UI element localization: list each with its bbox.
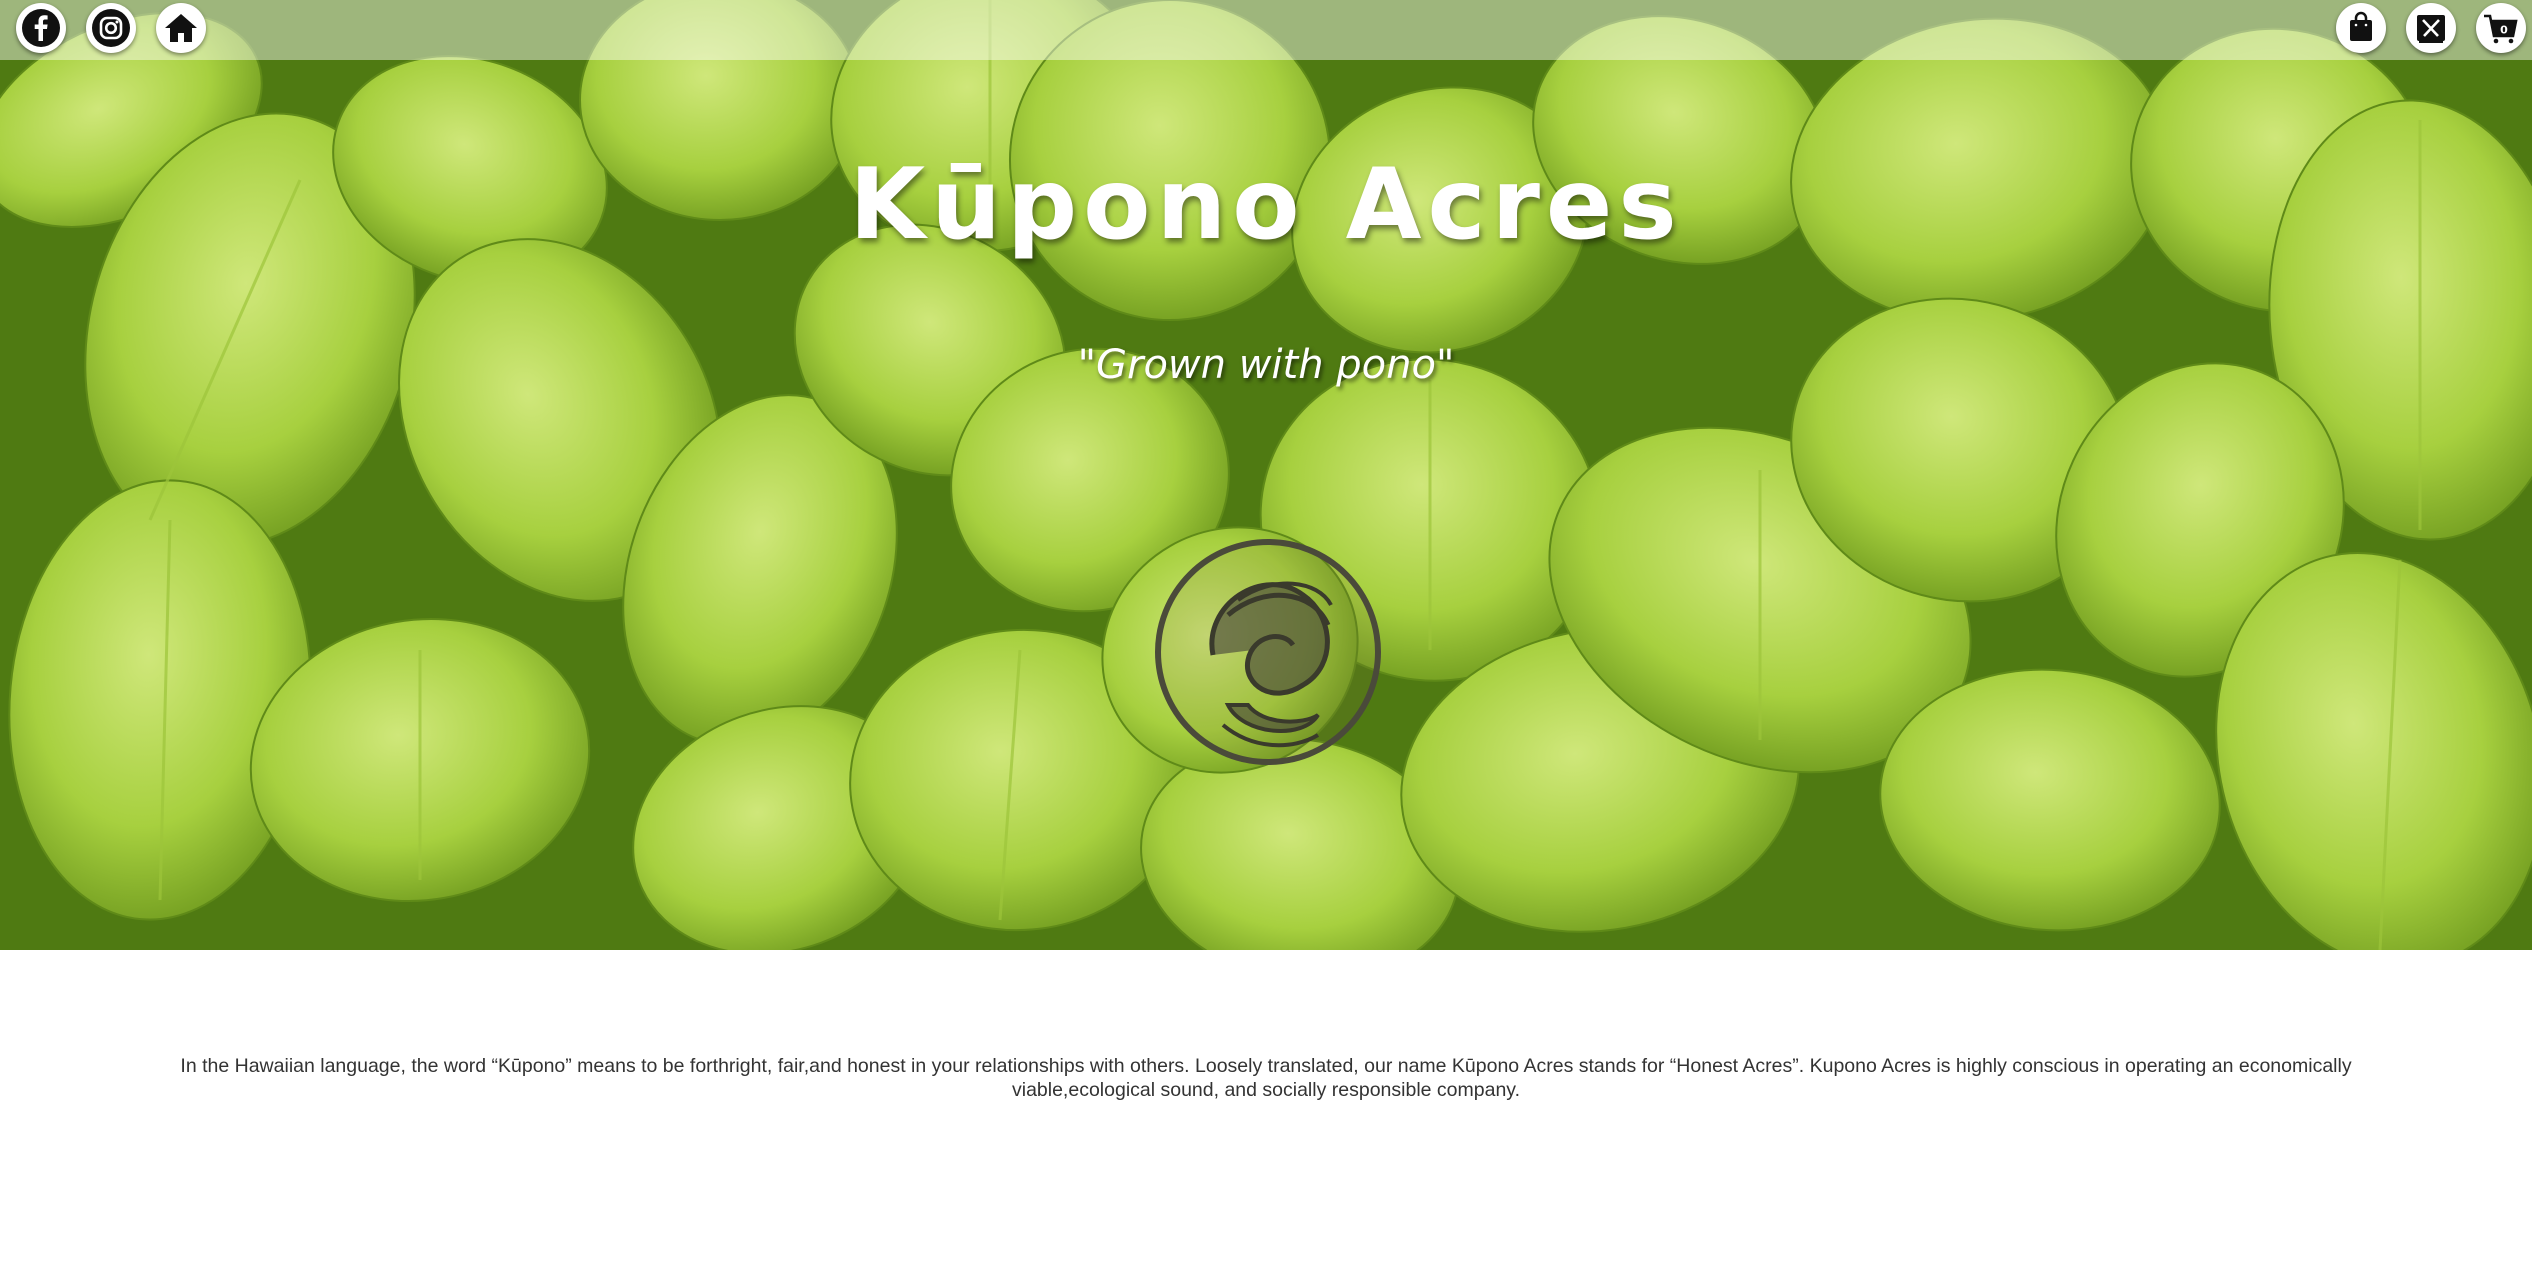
facebook-icon: [22, 9, 60, 47]
shop-button[interactable]: [2336, 3, 2386, 53]
about-text: In the Hawaiian language, the word “Kūpo…: [180, 1055, 2352, 1101]
shopping-bag-icon: [2350, 11, 2372, 41]
instagram-icon: [92, 9, 130, 47]
hero-banner: Kūpono Acres "Grown with pono": [0, 0, 2532, 950]
basil-leaves-background: [0, 0, 2532, 950]
cart-button[interactable]: 0: [2476, 3, 2526, 53]
site-title: Kūpono Acres: [849, 148, 1683, 262]
instagram-link[interactable]: [86, 3, 136, 53]
kupono-acres-logo[interactable]: [1153, 535, 1383, 770]
home-icon: [165, 14, 197, 42]
facebook-link[interactable]: [16, 3, 66, 53]
cart-icon: 0: [2484, 14, 2518, 44]
site-tagline: "Grown with pono": [1077, 342, 1455, 388]
top-navigation-bar: 0: [0, 0, 2532, 60]
menu-utensils-icon: [2417, 15, 2445, 43]
home-link[interactable]: [156, 3, 206, 53]
cart-count: 0: [2500, 24, 2508, 37]
menu-button[interactable]: [2406, 3, 2456, 53]
